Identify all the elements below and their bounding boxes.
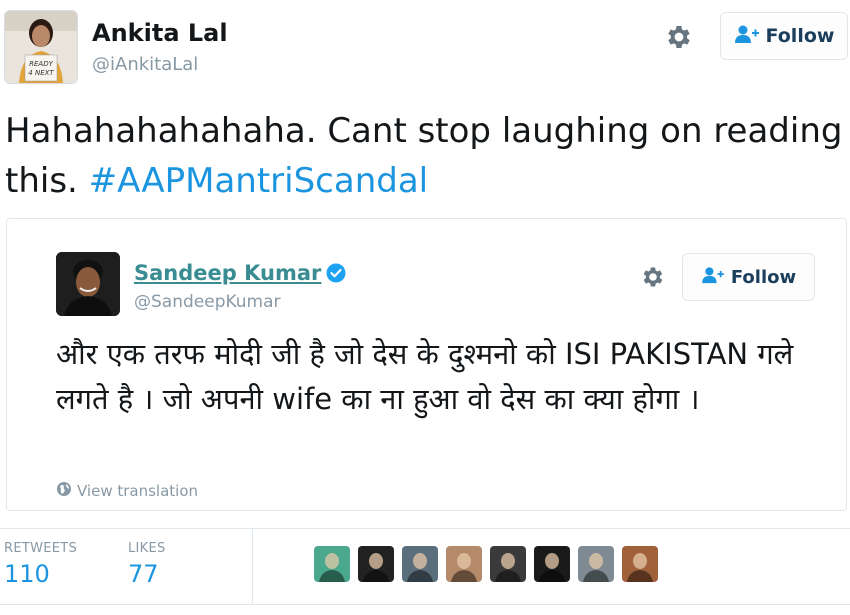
stats-separator (252, 529, 253, 604)
likes-count[interactable]: 77 (128, 560, 159, 588)
liker-avatar[interactable] (490, 546, 526, 582)
liker-face (495, 553, 521, 582)
retweets-count[interactable]: 110 (4, 560, 50, 588)
follow-button[interactable]: Follow (720, 12, 848, 60)
liker-avatar[interactable] (446, 546, 482, 582)
liker-face (407, 553, 433, 582)
liker-face (319, 553, 345, 582)
svg-text:READY: READY (29, 60, 53, 68)
stats-divider-top (0, 528, 850, 529)
tweet-text: Hahahahahahaha. Cant stop laughing on re… (5, 106, 845, 206)
author-avatar-image: READY 4 NEXT (5, 11, 77, 83)
quoted-follow-button[interactable]: Follow (682, 253, 815, 301)
author-handle[interactable]: @iAnkitaLal (92, 54, 198, 75)
globe-icon (56, 481, 72, 501)
quoted-follow-button-label: Follow (730, 266, 797, 288)
quoted-author-name[interactable]: Sandeep Kumar (134, 261, 321, 285)
view-translation-link[interactable]: View translation (56, 481, 198, 501)
stats-divider-bottom (0, 604, 850, 605)
liker-avatar[interactable] (578, 546, 614, 582)
liker-avatars (314, 546, 658, 582)
quoted-author-avatar[interactable] (56, 252, 120, 316)
gear-icon[interactable] (664, 22, 694, 52)
liker-avatar[interactable] (622, 546, 658, 582)
verified-badge-icon (326, 263, 346, 283)
liker-avatar[interactable] (534, 546, 570, 582)
hashtag-link[interactable]: #AAPMantriScandal (89, 161, 428, 201)
liker-face (583, 553, 609, 582)
quoted-author-handle[interactable]: @SandeepKumar (134, 292, 281, 312)
author-name[interactable]: Ankita Lal (92, 19, 228, 47)
liker-avatar[interactable] (358, 546, 394, 582)
add-user-icon (701, 266, 725, 288)
gear-icon[interactable] (640, 264, 666, 290)
likes-label: LIKES (128, 541, 166, 556)
liker-face (363, 553, 389, 582)
follow-button-label: Follow (765, 25, 835, 47)
svg-text:4 NEXT: 4 NEXT (28, 69, 54, 77)
view-translation-label: View translation (77, 482, 199, 500)
author-avatar[interactable]: READY 4 NEXT (4, 10, 78, 84)
add-user-icon (734, 24, 760, 48)
liker-avatar[interactable] (314, 546, 350, 582)
liker-face (539, 553, 565, 582)
liker-face (627, 553, 653, 582)
quoted-avatar-image (56, 252, 120, 316)
quoted-tweet-text: और एक तरफ मोदी जी है जो देस के दुश्मनो क… (56, 337, 794, 416)
liker-face (451, 553, 477, 582)
retweets-label: RETWEETS (4, 541, 78, 556)
liker-avatar[interactable] (402, 546, 438, 582)
